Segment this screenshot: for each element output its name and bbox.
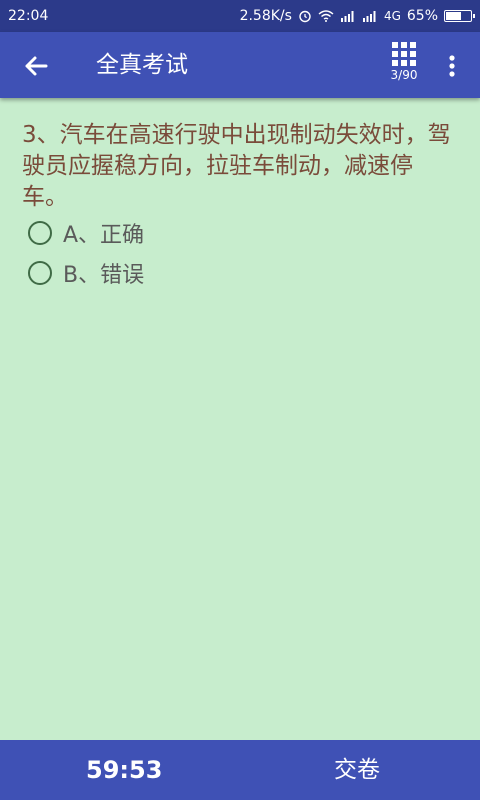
arrow-back-icon [25, 56, 48, 76]
bottom-bar: 59:53 交卷 [0, 740, 480, 800]
question-counter: 3/90 [390, 68, 418, 82]
battery-fill [446, 12, 461, 20]
submit-button[interactable]: 交卷 [334, 754, 380, 786]
status-indicators: 2.58K/s 4G 65% [239, 8, 475, 24]
net-speed: 2.58K/s [239, 8, 292, 24]
option-label: B、错误 [63, 263, 145, 288]
more-options-button[interactable] [440, 50, 464, 82]
option-a[interactable]: A、正确 [28, 217, 144, 249]
app-bar: 全真考试 3/90 [0, 32, 480, 98]
radio-unchecked-icon[interactable] [28, 221, 52, 245]
radio-unchecked-icon[interactable] [28, 261, 52, 285]
battery-percent: 65% [406, 8, 438, 24]
question-grid-button[interactable]: 3/90 [386, 42, 422, 88]
alarm-icon [299, 10, 311, 23]
page-title: 全真考试 [96, 52, 188, 78]
network-type: 4G [383, 9, 401, 23]
wifi-icon [318, 10, 334, 22]
option-label: A、正确 [63, 223, 145, 248]
status-bar: 22:04 2.58K/s 4G 65% [0, 0, 480, 32]
question-area: 3、汽车在高速行驶中出现制动失效时，驾驶员应握稳方向，拉驻车制动，减速停车。 A… [0, 98, 480, 740]
back-button[interactable] [20, 50, 52, 82]
countdown-timer: 59:53 [86, 756, 163, 784]
question-text: 3、汽车在高速行驶中出现制动失效时，驾驶员应握稳方向，拉驻车制动，减速停车。 [22, 122, 451, 210]
more-vert-icon [449, 55, 455, 77]
signal-icon [362, 11, 376, 22]
status-time: 22:04 [8, 8, 49, 24]
battery-icon [444, 10, 475, 22]
grid-icon [392, 42, 416, 66]
signal-icon [340, 11, 354, 22]
option-b[interactable]: B、错误 [28, 257, 144, 289]
